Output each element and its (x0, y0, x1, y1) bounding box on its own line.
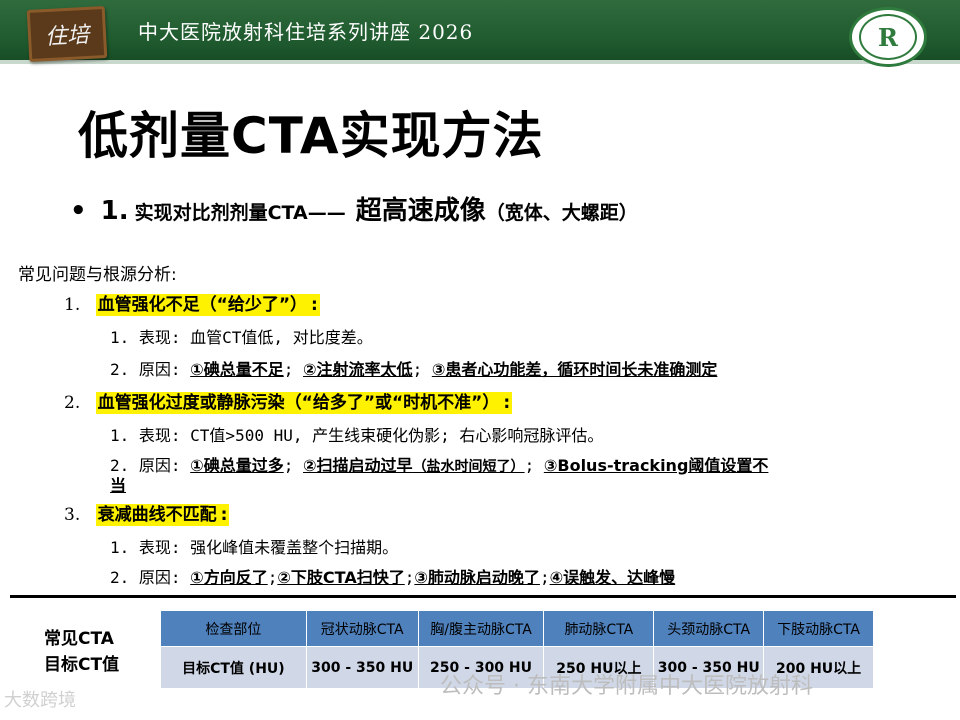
item-colon: : (501, 392, 513, 414)
item-2-cause-wrap: 当 (110, 472, 126, 496)
item-2-cause: 2. 原因: ①碘总量过多; ②扫描启动过早（盐水时间短了）; ③Bolus-t… (110, 452, 952, 476)
item-num: 3. (64, 505, 81, 525)
residency-logo: 住培 (26, 5, 108, 63)
bullet: • (70, 196, 87, 226)
cause-sep: ; (283, 360, 303, 379)
cause-a: ①方向反了 (190, 568, 268, 587)
item-1-cause: 2. 原因: ①碘总量不足; ②注射流率太低; ③患者心功能差，循环时间长未准确… (110, 356, 717, 380)
subtitle-emphasis: 超高速成像 (355, 196, 486, 226)
table-cell: 目标CT值 (HU) (160, 646, 307, 689)
cause-c: ③肺动脉启动晚了 (414, 568, 540, 587)
divider-line (10, 595, 956, 598)
cause-b: ②扫描启动过早 (303, 456, 413, 475)
cause-prefix: 2. 原因: (110, 568, 191, 587)
header-cell: 检查部位 (160, 610, 307, 647)
cause-c-cont: 当 (110, 476, 127, 495)
cause-sep: ; (539, 568, 550, 587)
header-stripe (0, 60, 960, 64)
header-cell: 下肢动脉CTA (763, 610, 874, 647)
cause-b: ②下肢CTA扫快了 (277, 568, 405, 587)
cause-sep: ; (404, 568, 415, 587)
cause-prefix: 2. 原因: (110, 360, 191, 379)
item-title: 衰减曲线不匹配 (95, 504, 219, 526)
item-2: 2. 血管强化过度或静脉污染（“给多了”或“时机不准”）: (64, 388, 513, 414)
item-num: 2. (64, 393, 81, 413)
table-header-row: 检查部位 冠状动脉CTA 胸/腹主动脉CTA 肺动脉CTA 头颈动脉CTA 下肢… (160, 610, 874, 647)
header-cell: 胸/腹主动脉CTA (417, 610, 545, 647)
cause-c: ③患者心功能差，循环时间长未准确测定 (431, 360, 718, 379)
table-cell: 300 - 350 HU (305, 646, 419, 689)
header-cell: 肺动脉CTA (543, 610, 655, 647)
cause-sep: ; (283, 456, 303, 475)
item-3: 3. 衰减曲线不匹配: (64, 500, 230, 526)
table-label-line1: 常见CTA (44, 629, 114, 649)
cause-sep: ; (267, 568, 278, 587)
cause-sep: ; (524, 456, 544, 475)
subtitle: • 1. 实现对比剂剂量CTA—— 超高速成像 （宽体、大螺距） (70, 190, 638, 227)
cause-b-note: （盐水时间短了） (412, 459, 525, 475)
item-colon: : (218, 504, 230, 526)
header-title: 中大医院放射科住培系列讲座 2026 (138, 20, 474, 44)
section-label: 常见问题与根源分析: (18, 265, 177, 285)
cause-a: ①碘总量过多 (190, 456, 284, 475)
table-label: 常见CTA 目标CT值 (44, 626, 119, 678)
item-colon: : (309, 294, 320, 316)
watermark-right: 公众号 · 东南大学附属中大医院放射科 (440, 674, 813, 699)
item-title: 血管强化不足（“给少了”） (95, 294, 309, 316)
cause-c: ③Bolus-tracking阈值设置不 (543, 456, 769, 475)
cause-d: ④误触发、达峰慢 (549, 568, 676, 587)
item-num: 1. (64, 295, 81, 315)
department-emblem: R (849, 7, 927, 67)
subtitle-text: 实现对比剂剂量CTA—— (134, 202, 346, 224)
item-3-symptom: 1. 表现: 强化峰值未覆盖整个扫描期。 (110, 538, 399, 557)
cause-sep: ; (412, 360, 432, 379)
header-cell: 冠状动脉CTA (305, 610, 419, 647)
item-1-symptom: 1. 表现: 血管CT值低, 对比度差。 (110, 328, 373, 347)
cause-b: ②注射流率太低 (303, 360, 413, 379)
watermark-left: 大数跨境 (4, 690, 76, 711)
item-3-cause: 2. 原因: ①方向反了;②下肢CTA扫快了;③肺动脉启动晚了;④误触发、达峰慢 (110, 564, 675, 588)
item-1: 1. 血管强化不足（“给少了”）: (64, 290, 320, 316)
slide-title: 低剂量CTA实现方法 (78, 107, 544, 165)
table-label-line2: 目标CT值 (44, 655, 120, 675)
cause-a: ①碘总量不足 (190, 360, 284, 379)
item-title: 血管强化过度或静脉污染（“给多了”或“时机不准”） (95, 392, 502, 414)
subtitle-num: 1. (100, 196, 129, 226)
header-cell: 头颈动脉CTA (653, 610, 765, 647)
emblem-letter: R (859, 14, 917, 60)
subtitle-paren: （宽体、大螺距） (485, 202, 638, 224)
item-2-symptom: 1. 表现: CT值>500 HU, 产生线束硬化伪影; 右心影响冠脉评估。 (110, 426, 604, 445)
